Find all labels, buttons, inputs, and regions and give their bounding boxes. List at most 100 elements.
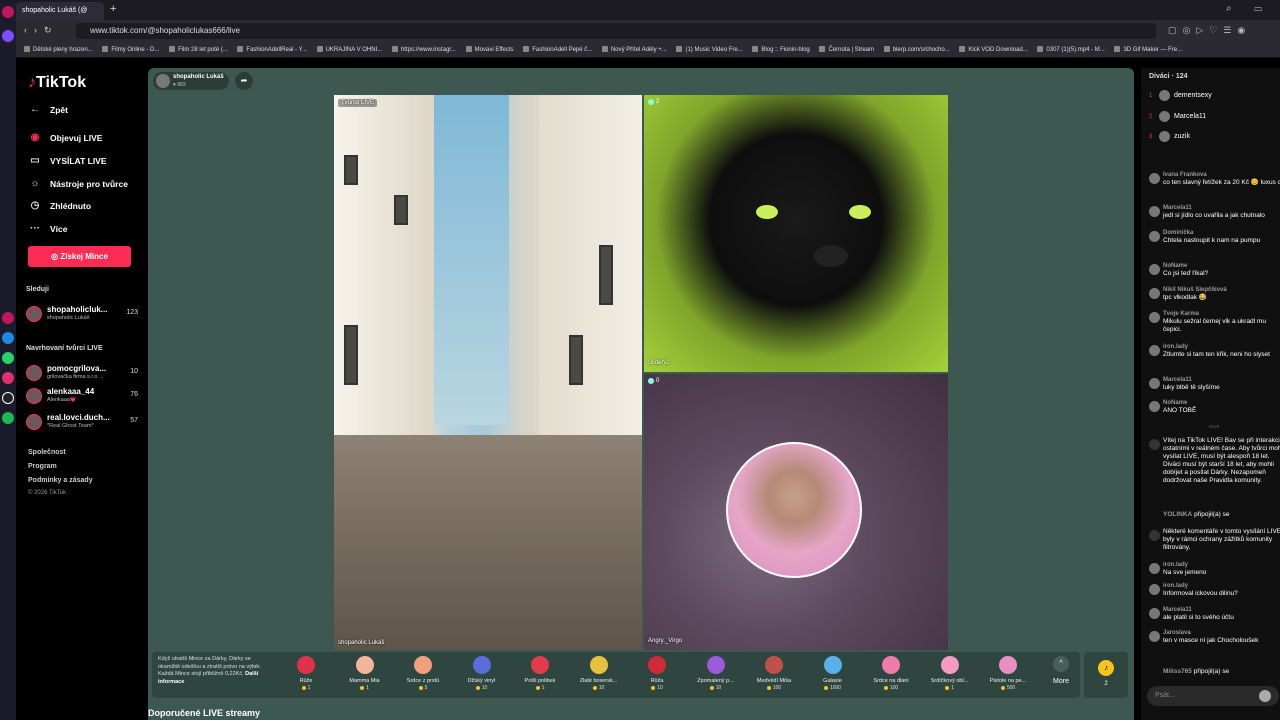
bookmark[interactable]: Nový Přítel Adély +... xyxy=(602,42,667,57)
tiktok-icon[interactable] xyxy=(2,392,14,404)
chat-input[interactable]: Psát... xyxy=(1147,686,1279,706)
bookmark[interactable]: Dětské pleny hrazen... xyxy=(24,42,93,57)
tiktok-logo[interactable]: ♪TikTok xyxy=(28,74,86,92)
chevron-up-icon: ^ xyxy=(1053,656,1069,672)
bookmark[interactable]: 3D Gif Maker — Fre... xyxy=(1114,42,1182,57)
app-icon[interactable] xyxy=(2,312,14,324)
gift-item[interactable]: Mamma Mia 1 xyxy=(339,656,391,696)
instagram-icon[interactable] xyxy=(2,372,14,384)
browser-icon[interactable] xyxy=(2,6,14,18)
share-icon[interactable]: ➦ xyxy=(235,72,253,90)
bookmark[interactable]: Filmy Online - D... xyxy=(102,42,159,57)
bookmark[interactable]: blerp.com/s/chocho... xyxy=(884,42,950,57)
get-coins-button[interactable]: ◎ Získej Mince xyxy=(28,246,131,267)
tiktok-sidebar: ♪TikTok ← Zpět ◉ Objevuj LIVE ▭ VYSÍLAT LIV… xyxy=(16,58,148,720)
app-icon[interactable] xyxy=(2,30,14,42)
footer-link[interactable]: Podmínky a zásady xyxy=(28,477,93,484)
gift-item[interactable]: Růže 1 xyxy=(280,656,332,696)
nav-buttons[interactable]: ‹›↻ xyxy=(24,25,59,36)
join-text: připojil(a) se xyxy=(1193,668,1230,675)
bookmark[interactable]: 0307 (1)(5).mp4 - M... xyxy=(1037,42,1104,57)
nav-explore-live[interactable]: ◉ Objevuj LIVE xyxy=(28,132,103,143)
gift-item[interactable]: Pošli polibek 1 xyxy=(514,656,566,696)
coins-balance[interactable]: ♪ 2 xyxy=(1084,652,1128,698)
chat-username[interactable]: Dominička xyxy=(1163,229,1193,237)
chat-username[interactable]: Marcela11 xyxy=(1163,204,1192,212)
gift-item[interactable]: Srdce z prstů 5 xyxy=(397,656,449,696)
new-tab-icon[interactable]: + xyxy=(110,4,116,15)
chat-username[interactable]: NoName xyxy=(1163,399,1187,407)
bookmark[interactable]: https://www.instagr... xyxy=(392,42,456,57)
avatar xyxy=(1149,312,1160,323)
spotify-icon[interactable] xyxy=(2,412,14,424)
toolbar-icons[interactable]: ▢◎▷♡☰◉ xyxy=(1168,25,1251,36)
search-icon[interactable]: ⌕ ▭ xyxy=(1226,3,1272,14)
video-main[interactable]: Tvůrce LIVE shopaholic Lukáš xyxy=(334,95,642,650)
bookmark[interactable]: UKRAJINA V OHNI... xyxy=(317,42,383,57)
bookmark[interactable]: Blog :: Fionin-blog xyxy=(752,42,809,57)
gift-name: Srdce z prstů xyxy=(406,678,440,684)
bookmark[interactable]: Černota | Stream xyxy=(819,42,874,57)
avatar xyxy=(1149,401,1160,412)
gift-item[interactable]: Srdce na dlani 100 xyxy=(865,656,917,696)
nav-go-live[interactable]: ▭ VYSÍLAT LIVE xyxy=(28,155,106,166)
url-input[interactable]: www.tiktok.com/@shopaholiclukas666/live xyxy=(76,23,1156,39)
gift-item[interactable]: Srdíčkový obl... 1 xyxy=(924,656,976,696)
gift-icon xyxy=(999,656,1017,674)
top-viewer[interactable]: 2 Marcela11 xyxy=(1149,111,1206,122)
host-viewer-count: 883 xyxy=(177,82,186,88)
gift-item[interactable]: Zpomalený p... 10 xyxy=(690,656,742,696)
gift-item[interactable]: Galaxie 1000 xyxy=(807,656,859,696)
bookmark[interactable]: Movavi Effects xyxy=(466,42,514,57)
chat-username[interactable]: NoName xyxy=(1163,262,1187,270)
bookmark[interactable]: Film 28 let poté (... xyxy=(169,42,228,57)
tab-active[interactable]: shopaholic Lukáš (@ xyxy=(16,2,104,20)
video-guest-2[interactable]: 0 Angry._Virgo xyxy=(644,374,948,650)
nav-more[interactable]: ··· Více xyxy=(28,223,68,234)
top-viewer[interactable]: 1 dementsexy xyxy=(1149,90,1212,101)
gift-item[interactable]: Růža 10 xyxy=(631,656,683,696)
chat-username[interactable]: Marcela11 xyxy=(1163,606,1192,614)
join-user[interactable]: Miliss765 xyxy=(1163,668,1192,675)
gift-item[interactable]: Pistole na pe... 500 xyxy=(982,656,1034,696)
suggested-creator[interactable]: alenkaaa_44 Alenkaaa💗 76 xyxy=(26,386,144,406)
video-guest-1[interactable]: 2 Sliderv2 xyxy=(644,95,948,372)
chat-username[interactable]: Tvoje Karma xyxy=(1163,310,1199,318)
emoji-icon[interactable] xyxy=(1259,690,1271,702)
bookmark[interactable]: (1) Music Video Fre... xyxy=(676,42,742,57)
host-chip[interactable]: shopaholic Lukáš ♥ 883 xyxy=(153,72,229,90)
suggested-creator[interactable]: pomocgrilova... grilovačka firma s.r.o .… xyxy=(26,363,144,383)
chat-username[interactable]: Ivana Frankova xyxy=(1163,171,1207,179)
chat-text: ANO TOBĚ xyxy=(1163,407,1197,414)
footer-link[interactable]: Program xyxy=(28,463,57,470)
following-creator[interactable]: shopaholicluk... shopaholic Lukáš 123 xyxy=(26,304,144,324)
chat-username[interactable]: Marcela11 xyxy=(1163,376,1192,384)
gift-item[interactable]: Džský vinyl 10 xyxy=(456,656,508,696)
top-viewer[interactable]: 3 zuzik xyxy=(1149,131,1190,142)
chat-username[interactable]: Nikil Nikuš Slepčíková xyxy=(1163,286,1227,294)
gift-info: Když utratíš Mince za Dárky, Dárky se ok… xyxy=(158,656,272,686)
suggested-creator[interactable]: real.lovci.duch... *Real Ghost Team* 57 xyxy=(26,412,144,432)
join-user[interactable]: YOLINKA xyxy=(1163,511,1192,518)
bookmark[interactable]: FashionAdell Pepé č... xyxy=(523,42,592,57)
chat-username[interactable]: iron.lady xyxy=(1163,582,1188,590)
viewer-rank: 1 xyxy=(1149,92,1153,99)
whatsapp-icon[interactable] xyxy=(2,352,14,364)
gift-item[interactable]: Medvědí Miša 100 xyxy=(748,656,800,696)
bookmark[interactable]: FashionAdellReal - Y... xyxy=(237,42,306,57)
nav-creator-tools[interactable]: ☼ Nástroje pro tvůrce xyxy=(28,178,128,189)
gift-price: 1 xyxy=(339,685,391,691)
back-button[interactable]: ← Zpět xyxy=(28,104,68,115)
bookmark[interactable]: Kick VOD Download... xyxy=(959,42,1027,57)
chat-username[interactable]: iron.lady xyxy=(1163,561,1188,569)
messenger-icon[interactable] xyxy=(2,332,14,344)
nav-watched[interactable]: ◷ Zhlédnuto xyxy=(28,200,91,211)
more-gifts-button[interactable]: ^ More xyxy=(1044,656,1078,685)
creator-live-badge: Tvůrce LIVE xyxy=(338,99,378,107)
host-viewers: ♥ 883 xyxy=(173,82,186,88)
gift-item[interactable]: Zlaté boxersk... 10 xyxy=(573,656,625,696)
chat-username[interactable]: Jaroslava xyxy=(1163,629,1191,637)
chat-username[interactable]: iron.lady xyxy=(1163,343,1188,351)
guest-score: 0 xyxy=(648,378,659,384)
footer-link[interactable]: Společnost xyxy=(28,449,66,456)
